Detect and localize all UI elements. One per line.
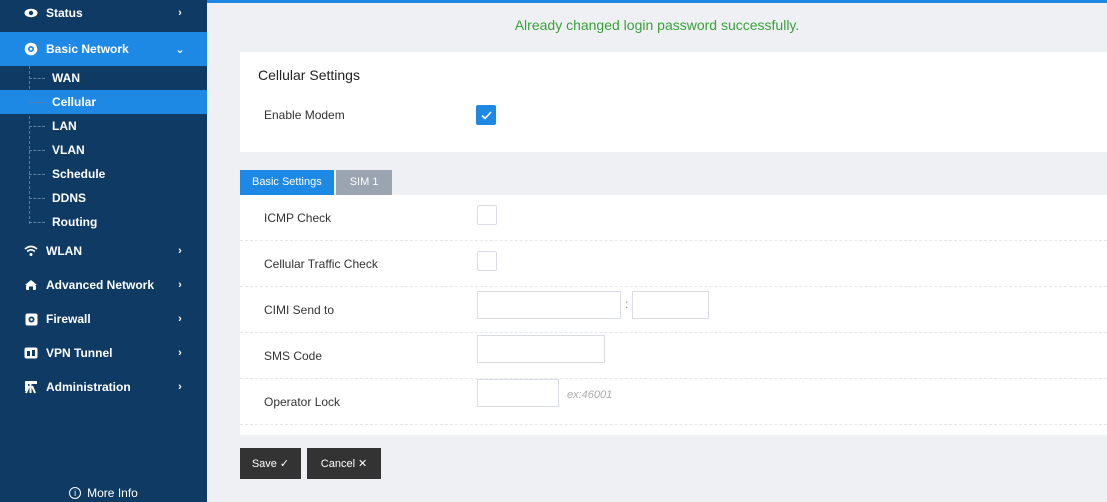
sidebar-subitem-schedule[interactable]: Schedule (26, 162, 207, 186)
sidebar-item-label: WLAN (46, 244, 82, 258)
sidebar-item-status[interactable]: Status › (0, 0, 207, 26)
sidebar: Status › Basic Network ⌄ WAN Cellular LA… (0, 0, 207, 502)
chevron-right-icon: › (178, 279, 182, 291)
cellular-settings-panel: Cellular Settings Enable Modem (240, 52, 1107, 152)
sidebar-subitem-vlan[interactable]: VLAN (26, 138, 207, 162)
sidebar-subitem-routing[interactable]: Routing (26, 210, 207, 234)
eye-icon (24, 6, 38, 20)
tab-basic-settings[interactable]: Basic Settings (240, 170, 334, 195)
sidebar-item-label: Firewall (46, 312, 91, 326)
top-accent-bar (207, 0, 1107, 3)
save-button[interactable]: Save ✓ (240, 448, 301, 479)
sidebar-item-label: Advanced Network (46, 278, 155, 292)
vpn-icon (24, 346, 38, 360)
network-icon (24, 278, 38, 292)
wifi-icon (24, 244, 38, 258)
cimi-separator: : (625, 297, 629, 311)
chevron-right-icon: › (178, 245, 182, 257)
form-row-sms-code: SMS Code (240, 333, 1107, 379)
chevron-right-icon: › (178, 7, 182, 19)
sidebar-item-vpn-tunnel[interactable]: VPN Tunnel › (0, 336, 207, 370)
globe-icon (24, 42, 38, 56)
chevron-right-icon: › (178, 347, 182, 359)
admin-icon (24, 380, 38, 394)
form-row-operator-lock: Operator Lock ex:46001 (240, 379, 1107, 425)
sidebar-subitem-cellular[interactable]: Cellular (0, 90, 207, 114)
close-icon: ✕ (358, 458, 368, 470)
cimi-port-input[interactable] (632, 291, 709, 319)
sidebar-item-wlan[interactable]: WLAN › (0, 234, 207, 268)
checkmark-icon (480, 110, 492, 120)
traffic-check-label: Cellular Traffic Check (264, 257, 378, 271)
sidebar-subitem-wan[interactable]: WAN (26, 66, 207, 90)
info-icon: i (69, 487, 82, 499)
sidebar-subitem-ddns[interactable]: DDNS (26, 186, 207, 210)
sidebar-subitem-lan[interactable]: LAN (26, 114, 207, 138)
cimi-host-input[interactable] (477, 291, 621, 319)
cancel-button[interactable]: Cancel ✕ (307, 448, 381, 479)
cancel-button-label: Cancel (320, 457, 356, 470)
save-button-label: Save (251, 457, 277, 470)
sidebar-item-label: Status (46, 6, 83, 20)
sidebar-item-firewall[interactable]: Firewall › (0, 302, 207, 336)
sidebar-item-label: VPN Tunnel (46, 346, 113, 360)
chevron-right-icon: › (178, 313, 182, 325)
settings-tabs: Basic Settings SIM 1 (240, 170, 393, 195)
icmp-check-checkbox[interactable] (477, 205, 497, 225)
more-info-label: More Info (87, 486, 138, 500)
sms-code-input[interactable] (477, 335, 605, 363)
chevron-right-icon: › (178, 381, 182, 393)
operator-lock-input[interactable] (477, 379, 559, 407)
firewall-icon (24, 312, 38, 326)
form-row-cimi-send-to: CIMI Send to : (240, 287, 1107, 333)
form-row-icmp-check: ICMP Check (240, 195, 1107, 241)
tab-sim-1[interactable]: SIM 1 (335, 170, 393, 195)
sms-code-label: SMS Code (264, 349, 323, 363)
operator-lock-hint: ex:46001 (567, 389, 613, 401)
sidebar-item-administration[interactable]: Administration › (0, 370, 207, 404)
sidebar-item-basic-network[interactable]: Basic Network ⌄ (0, 32, 207, 66)
sidebar-item-label: Basic Network (46, 42, 129, 56)
cimi-send-to-label: CIMI Send to (264, 303, 335, 317)
enable-modem-checkbox[interactable] (476, 105, 496, 125)
chevron-down-icon: ⌄ (175, 43, 185, 56)
basic-settings-panel: ICMP Check Cellular Traffic Check CIMI S… (240, 195, 1107, 435)
panel-title: Cellular Settings (258, 67, 360, 83)
traffic-check-checkbox[interactable] (477, 251, 497, 271)
icmp-check-label: ICMP Check (264, 211, 332, 225)
basic-network-submenu: WAN Cellular LAN VLAN Schedule DDNS Rout… (0, 66, 207, 234)
more-info-link[interactable]: i More Info (0, 486, 207, 500)
form-row-traffic-check: Cellular Traffic Check (240, 241, 1107, 287)
check-icon: ✓ (279, 458, 290, 470)
sidebar-item-advanced-network[interactable]: Advanced Network › (0, 268, 207, 302)
operator-lock-label: Operator Lock (264, 395, 341, 409)
sidebar-item-label: Administration (46, 380, 131, 394)
success-message: Already changed login password successfu… (514, 17, 800, 33)
enable-modem-label: Enable Modem (264, 108, 345, 122)
